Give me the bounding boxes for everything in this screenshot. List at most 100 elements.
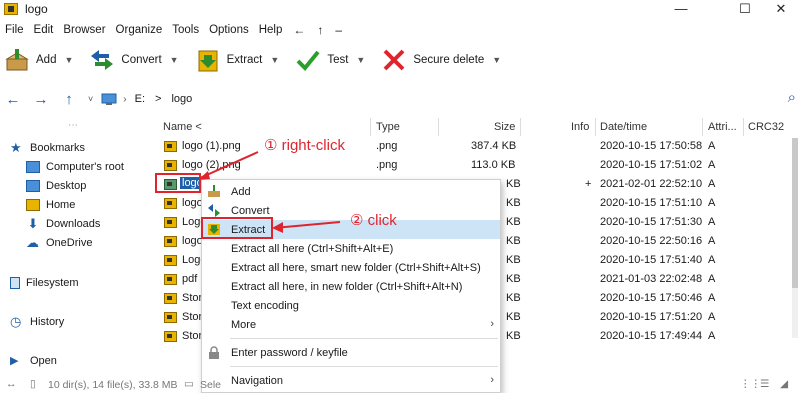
history-dropdown-icon[interactable]: ˅ bbox=[88, 94, 93, 104]
column-divider[interactable] bbox=[743, 118, 744, 136]
menu-edit[interactable]: Edit bbox=[29, 24, 59, 36]
file-size: 113.0 KB bbox=[471, 159, 516, 171]
image-file-icon bbox=[164, 255, 177, 266]
menu-minimize-arrow[interactable]: – bbox=[329, 23, 348, 37]
column-divider[interactable] bbox=[438, 118, 439, 136]
file-name: Stor bbox=[182, 311, 203, 323]
extract-dropdown-icon[interactable]: ▼ bbox=[270, 55, 279, 65]
list-view-icon[interactable]: ☰ bbox=[760, 378, 769, 390]
submenu-arrow-icon: › bbox=[490, 318, 494, 330]
menu-organize[interactable]: Organize bbox=[111, 24, 168, 36]
sidebar-history[interactable]: ◷ History bbox=[10, 315, 65, 328]
minimize-button[interactable]: — bbox=[658, 0, 704, 18]
ctx-more[interactable]: More › bbox=[202, 315, 500, 334]
sidebar-filesystem[interactable]: Filesystem bbox=[10, 277, 79, 289]
annotation-box-extract bbox=[201, 217, 273, 239]
column-divider[interactable] bbox=[595, 118, 596, 136]
window-title: logo bbox=[25, 2, 48, 16]
file-attributes: A bbox=[708, 235, 716, 247]
breadcrumb-drive[interactable]: E: bbox=[135, 93, 145, 105]
resize-grip-icon[interactable]: ◢ bbox=[780, 378, 788, 390]
sidebar-history-label: History bbox=[30, 316, 65, 328]
back-arrow-icon[interactable]: ← bbox=[2, 91, 24, 108]
sidebar-item-onedrive[interactable]: ☁ OneDrive bbox=[26, 236, 92, 249]
menu-options[interactable]: Options bbox=[204, 24, 254, 36]
ctx-extract-all-here[interactable]: Extract all here (Ctrl+Shift+Alt+E) bbox=[202, 239, 500, 258]
menu-browser[interactable]: Browser bbox=[58, 24, 110, 36]
menu-up-arrow[interactable]: ↑ bbox=[311, 23, 329, 37]
file-attributes: A bbox=[708, 292, 716, 304]
ctx-enter-password-label: Enter password / keyfile bbox=[231, 347, 348, 359]
breadcrumb-folder[interactable]: logo bbox=[171, 93, 192, 105]
delete-x-icon bbox=[383, 49, 405, 71]
ctx-text-encoding[interactable]: Text encoding bbox=[202, 296, 500, 315]
file-date: 2020-10-15 17:50:58 bbox=[600, 140, 703, 152]
close-button[interactable]: ✕ bbox=[758, 0, 800, 18]
image-file-icon bbox=[164, 141, 177, 152]
grid-view-icon[interactable]: ⋮⋮ bbox=[740, 378, 761, 390]
convert-dropdown-icon[interactable]: ▼ bbox=[170, 55, 179, 65]
sidebar-item-home[interactable]: Home bbox=[26, 199, 75, 211]
ctx-add[interactable]: Add bbox=[202, 182, 500, 201]
table-row[interactable]: logo (1).png .png 387.4 KB 2020-10-15 17… bbox=[158, 137, 800, 156]
selection-icon: ▭ bbox=[184, 378, 194, 390]
forward-arrow-icon[interactable]: → bbox=[30, 91, 52, 108]
menu-tools[interactable]: Tools bbox=[167, 24, 204, 36]
column-datetime[interactable]: Date/time bbox=[600, 118, 647, 136]
search-icon[interactable]: ⌕ bbox=[788, 89, 796, 106]
computer-icon bbox=[26, 161, 40, 173]
menu-help[interactable]: Help bbox=[254, 24, 288, 36]
test-label: Test bbox=[327, 54, 349, 66]
file-size: KB bbox=[506, 216, 521, 228]
file-name: Stor bbox=[182, 330, 203, 342]
status-summary: 10 dir(s), 14 file(s), 33.8 MB bbox=[48, 379, 178, 391]
sidebar-item-downloads[interactable]: ⬇ Downloads bbox=[26, 216, 101, 231]
column-divider[interactable] bbox=[370, 118, 371, 136]
column-name[interactable]: Name < bbox=[163, 118, 202, 136]
sidebar-open[interactable]: ▶ Open bbox=[10, 355, 57, 367]
sidebar-item-computers-root[interactable]: Computer's root bbox=[26, 161, 124, 173]
ctx-enter-password[interactable]: Enter password / keyfile bbox=[202, 343, 500, 362]
secure-delete-button[interactable]: Secure delete ▼ bbox=[377, 44, 513, 76]
ctx-extract-new-folder[interactable]: Extract all here, in new folder (Ctrl+Sh… bbox=[202, 277, 500, 296]
filesystem-icon bbox=[10, 277, 20, 289]
navigate-icon: ↔ bbox=[6, 378, 17, 390]
convert-label: Convert bbox=[121, 54, 162, 66]
extract-button[interactable]: Extract ▼ bbox=[191, 44, 292, 76]
add-dropdown-icon[interactable]: ▼ bbox=[64, 55, 73, 65]
column-attributes[interactable]: Attri... bbox=[708, 118, 737, 136]
secure-delete-dropdown-icon[interactable]: ▼ bbox=[492, 55, 501, 65]
test-dropdown-icon[interactable]: ▼ bbox=[356, 55, 365, 65]
file-attributes: A bbox=[708, 140, 716, 152]
column-info[interactable]: Info bbox=[571, 118, 589, 136]
sidebar-bookmarks[interactable]: ★ Bookmarks bbox=[10, 140, 85, 155]
scrollbar-thumb[interactable] bbox=[792, 138, 798, 288]
file-name: logo bbox=[182, 235, 203, 247]
download-icon: ⬇ bbox=[27, 216, 39, 231]
menu-file[interactable]: File bbox=[0, 24, 29, 36]
column-crc32[interactable]: CRC32 bbox=[748, 118, 784, 136]
column-size[interactable]: Size bbox=[494, 118, 515, 136]
convert-button[interactable]: Convert ▼ bbox=[85, 44, 190, 76]
file-date: 2020-10-15 17:50:46 bbox=[600, 292, 703, 304]
table-row[interactable]: logo (2).png .png 113.0 KB 2020-10-15 17… bbox=[158, 156, 800, 175]
file-date: 2021-01-03 22:02:48 bbox=[600, 273, 703, 285]
test-button[interactable]: Test ▼ bbox=[291, 44, 377, 76]
sidebar: ⋯ ★ Bookmarks Computer's root Desktop Ho… bbox=[0, 118, 150, 373]
sidebar-item-label: Downloads bbox=[46, 218, 101, 230]
drive-icon: ▯ bbox=[30, 378, 36, 390]
sidebar-item-desktop[interactable]: Desktop bbox=[26, 180, 86, 192]
file-size: KB bbox=[506, 254, 521, 266]
column-divider[interactable] bbox=[702, 118, 703, 136]
app-logo-icon bbox=[4, 3, 18, 15]
menu-back-arrow[interactable]: ← bbox=[287, 23, 311, 37]
column-type[interactable]: Type bbox=[376, 118, 400, 136]
file-name: logo (2).png bbox=[182, 159, 241, 171]
column-divider[interactable] bbox=[520, 118, 521, 136]
ctx-extract-smart-folder[interactable]: Extract all here, smart new folder (Ctrl… bbox=[202, 258, 500, 277]
add-button[interactable]: Add ▼ bbox=[0, 44, 85, 76]
ctx-convert-label: Convert bbox=[231, 205, 270, 217]
up-arrow-icon[interactable]: ↑ bbox=[58, 91, 80, 108]
star-icon: ★ bbox=[10, 140, 22, 155]
file-name: pdf bbox=[182, 273, 198, 285]
